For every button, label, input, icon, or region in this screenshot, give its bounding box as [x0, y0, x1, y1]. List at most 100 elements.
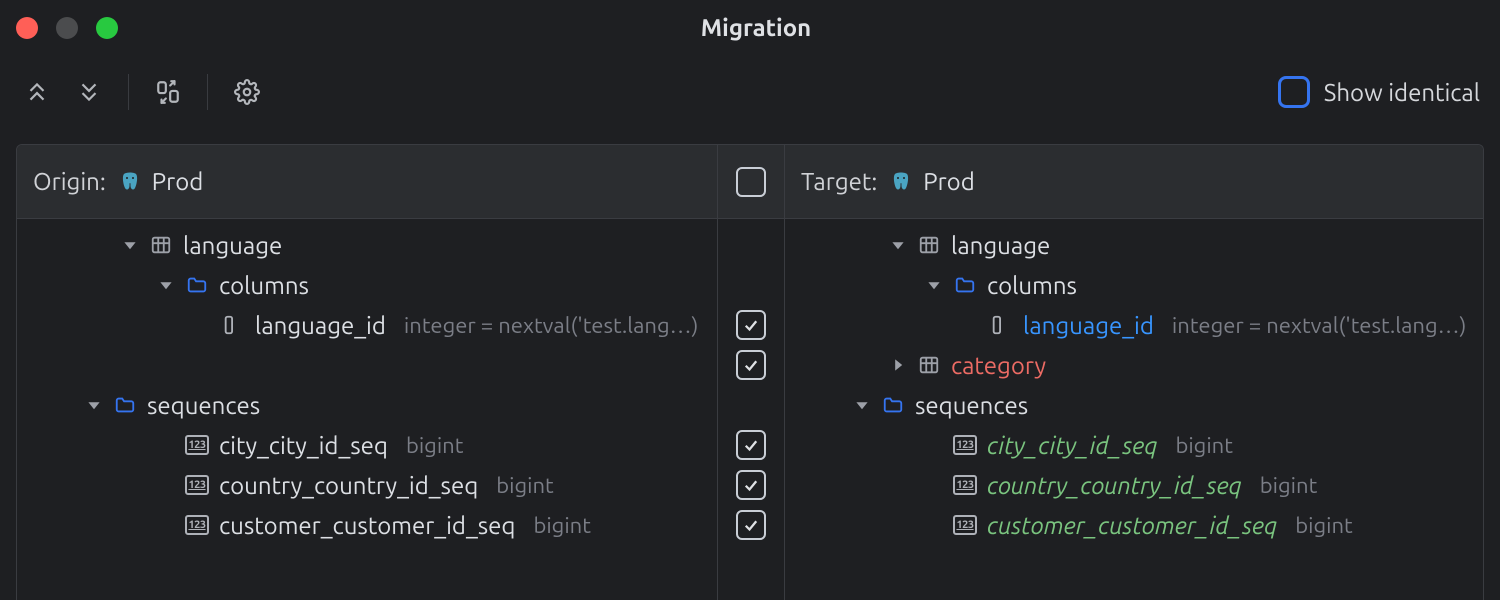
swap-sides-button[interactable] — [151, 75, 185, 109]
traffic-lights — [16, 17, 118, 39]
node-detail: bigint — [1175, 433, 1232, 458]
sequence-icon: 123 — [185, 473, 209, 497]
sync-row[interactable] — [718, 345, 784, 385]
node-label: city_city_id_seq — [219, 432, 388, 459]
target-db-name: Prod — [923, 168, 975, 195]
node-detail: bigint — [533, 513, 590, 538]
sync-row[interactable] — [718, 505, 784, 545]
diff-panels: Origin: Prod language co — [16, 144, 1484, 600]
toolbar-divider — [207, 74, 208, 110]
tree-node-sequence[interactable]: 123 country_country_id_seq bigint — [17, 465, 717, 505]
tree-node-table[interactable]: language — [785, 225, 1483, 265]
tree-node-folder[interactable]: columns — [785, 265, 1483, 305]
tree-node-sequence[interactable]: 123 city_city_id_seq bigint — [785, 425, 1483, 465]
window-title: Migration — [118, 14, 1394, 41]
tree-node-sequence[interactable]: 123 customer_customer_id_seq bigint — [785, 505, 1483, 545]
node-label: country_country_id_seq — [987, 472, 1242, 499]
target-tree[interactable]: language columns language_id integer = n… — [785, 219, 1483, 551]
chevron-down-icon[interactable] — [157, 278, 175, 292]
collapse-all-button[interactable] — [72, 75, 106, 109]
folder-icon — [953, 273, 977, 297]
node-detail: integer = nextval('test.lang…) — [404, 313, 699, 338]
toolbar: Show identical — [0, 56, 1500, 128]
sync-header — [718, 145, 784, 219]
table-icon — [917, 233, 941, 257]
settings-button[interactable] — [230, 75, 264, 109]
origin-header: Origin: Prod — [17, 145, 717, 219]
column-key-icon — [221, 313, 245, 337]
tree-node-sequence[interactable]: 123 customer_customer_id_seq bigint — [17, 505, 717, 545]
show-identical-checkbox[interactable] — [1278, 76, 1310, 108]
sync-row — [718, 265, 784, 305]
postgres-icon — [118, 170, 142, 194]
target-header: Target: Prod — [785, 145, 1483, 219]
node-label: country_country_id_seq — [219, 472, 478, 499]
window-zoom-button[interactable] — [96, 17, 118, 39]
sync-row[interactable] — [718, 425, 784, 465]
tree-node-table[interactable]: category — [785, 345, 1483, 385]
chevron-down-icon[interactable] — [889, 238, 907, 252]
origin-tree[interactable]: language columns language_id integer = n… — [17, 219, 717, 551]
node-label: language_id — [1023, 312, 1154, 339]
sync-checkbox[interactable] — [736, 430, 766, 460]
node-detail: bigint — [1260, 473, 1317, 498]
origin-panel: Origin: Prod language co — [17, 145, 717, 600]
origin-label: Origin: — [33, 168, 106, 195]
node-label: language — [951, 232, 1050, 259]
node-label: category — [951, 352, 1046, 379]
postgres-icon — [889, 170, 913, 194]
target-label: Target: — [801, 168, 877, 195]
column-key-icon — [989, 313, 1013, 337]
node-label: customer_customer_id_seq — [987, 512, 1277, 539]
sync-checkbox[interactable] — [736, 310, 766, 340]
sync-checkbox[interactable] — [736, 350, 766, 380]
chevron-down-icon[interactable] — [85, 398, 103, 412]
sync-checkbox[interactable] — [736, 510, 766, 540]
tree-spacer-row — [17, 345, 717, 385]
sequence-icon: 123 — [953, 513, 977, 537]
node-label: columns — [987, 272, 1077, 299]
table-icon — [149, 233, 173, 257]
chevron-down-icon[interactable] — [853, 398, 871, 412]
node-label: customer_customer_id_seq — [219, 512, 515, 539]
node-detail: bigint — [406, 433, 463, 458]
chevron-right-icon[interactable] — [889, 358, 907, 372]
origin-db: Prod — [118, 168, 204, 195]
tree-node-sequence[interactable]: 123 city_city_id_seq bigint — [17, 425, 717, 465]
title-bar: Migration — [0, 0, 1500, 56]
chevron-down-icon[interactable] — [925, 278, 943, 292]
sync-checkbox[interactable] — [736, 470, 766, 500]
sync-row — [718, 385, 784, 425]
node-detail: bigint — [496, 473, 553, 498]
node-label: columns — [219, 272, 309, 299]
show-identical-toggle[interactable]: Show identical — [1278, 76, 1480, 108]
tree-node-folder[interactable]: sequences — [785, 385, 1483, 425]
tree-node-sequence[interactable]: 123 country_country_id_seq bigint — [785, 465, 1483, 505]
node-label: sequences — [147, 392, 260, 419]
select-all-checkbox[interactable] — [736, 167, 766, 197]
sync-row[interactable] — [718, 465, 784, 505]
window-close-button[interactable] — [16, 17, 38, 39]
tree-node-folder[interactable]: sequences — [17, 385, 717, 425]
sync-row[interactable] — [718, 305, 784, 345]
sequence-icon: 123 — [185, 513, 209, 537]
tree-node-table[interactable]: language — [17, 225, 717, 265]
node-label: language_id — [255, 312, 386, 339]
folder-icon — [113, 393, 137, 417]
tree-node-column[interactable]: language_id integer = nextval('test.lang… — [785, 305, 1483, 345]
folder-icon — [185, 273, 209, 297]
expand-all-button[interactable] — [20, 75, 54, 109]
sync-row — [718, 225, 784, 265]
node-label: sequences — [915, 392, 1028, 419]
tree-node-column[interactable]: language_id integer = nextval('test.lang… — [17, 305, 717, 345]
node-detail: bigint — [1295, 513, 1352, 538]
chevron-down-icon[interactable] — [121, 238, 139, 252]
tree-node-folder[interactable]: columns — [17, 265, 717, 305]
target-db: Prod — [889, 168, 975, 195]
show-identical-label: Show identical — [1324, 79, 1480, 106]
folder-icon — [881, 393, 905, 417]
target-panel: Target: Prod language co — [785, 145, 1483, 600]
node-label: city_city_id_seq — [987, 432, 1157, 459]
toolbar-divider — [128, 74, 129, 110]
window-minimize-button[interactable] — [56, 17, 78, 39]
